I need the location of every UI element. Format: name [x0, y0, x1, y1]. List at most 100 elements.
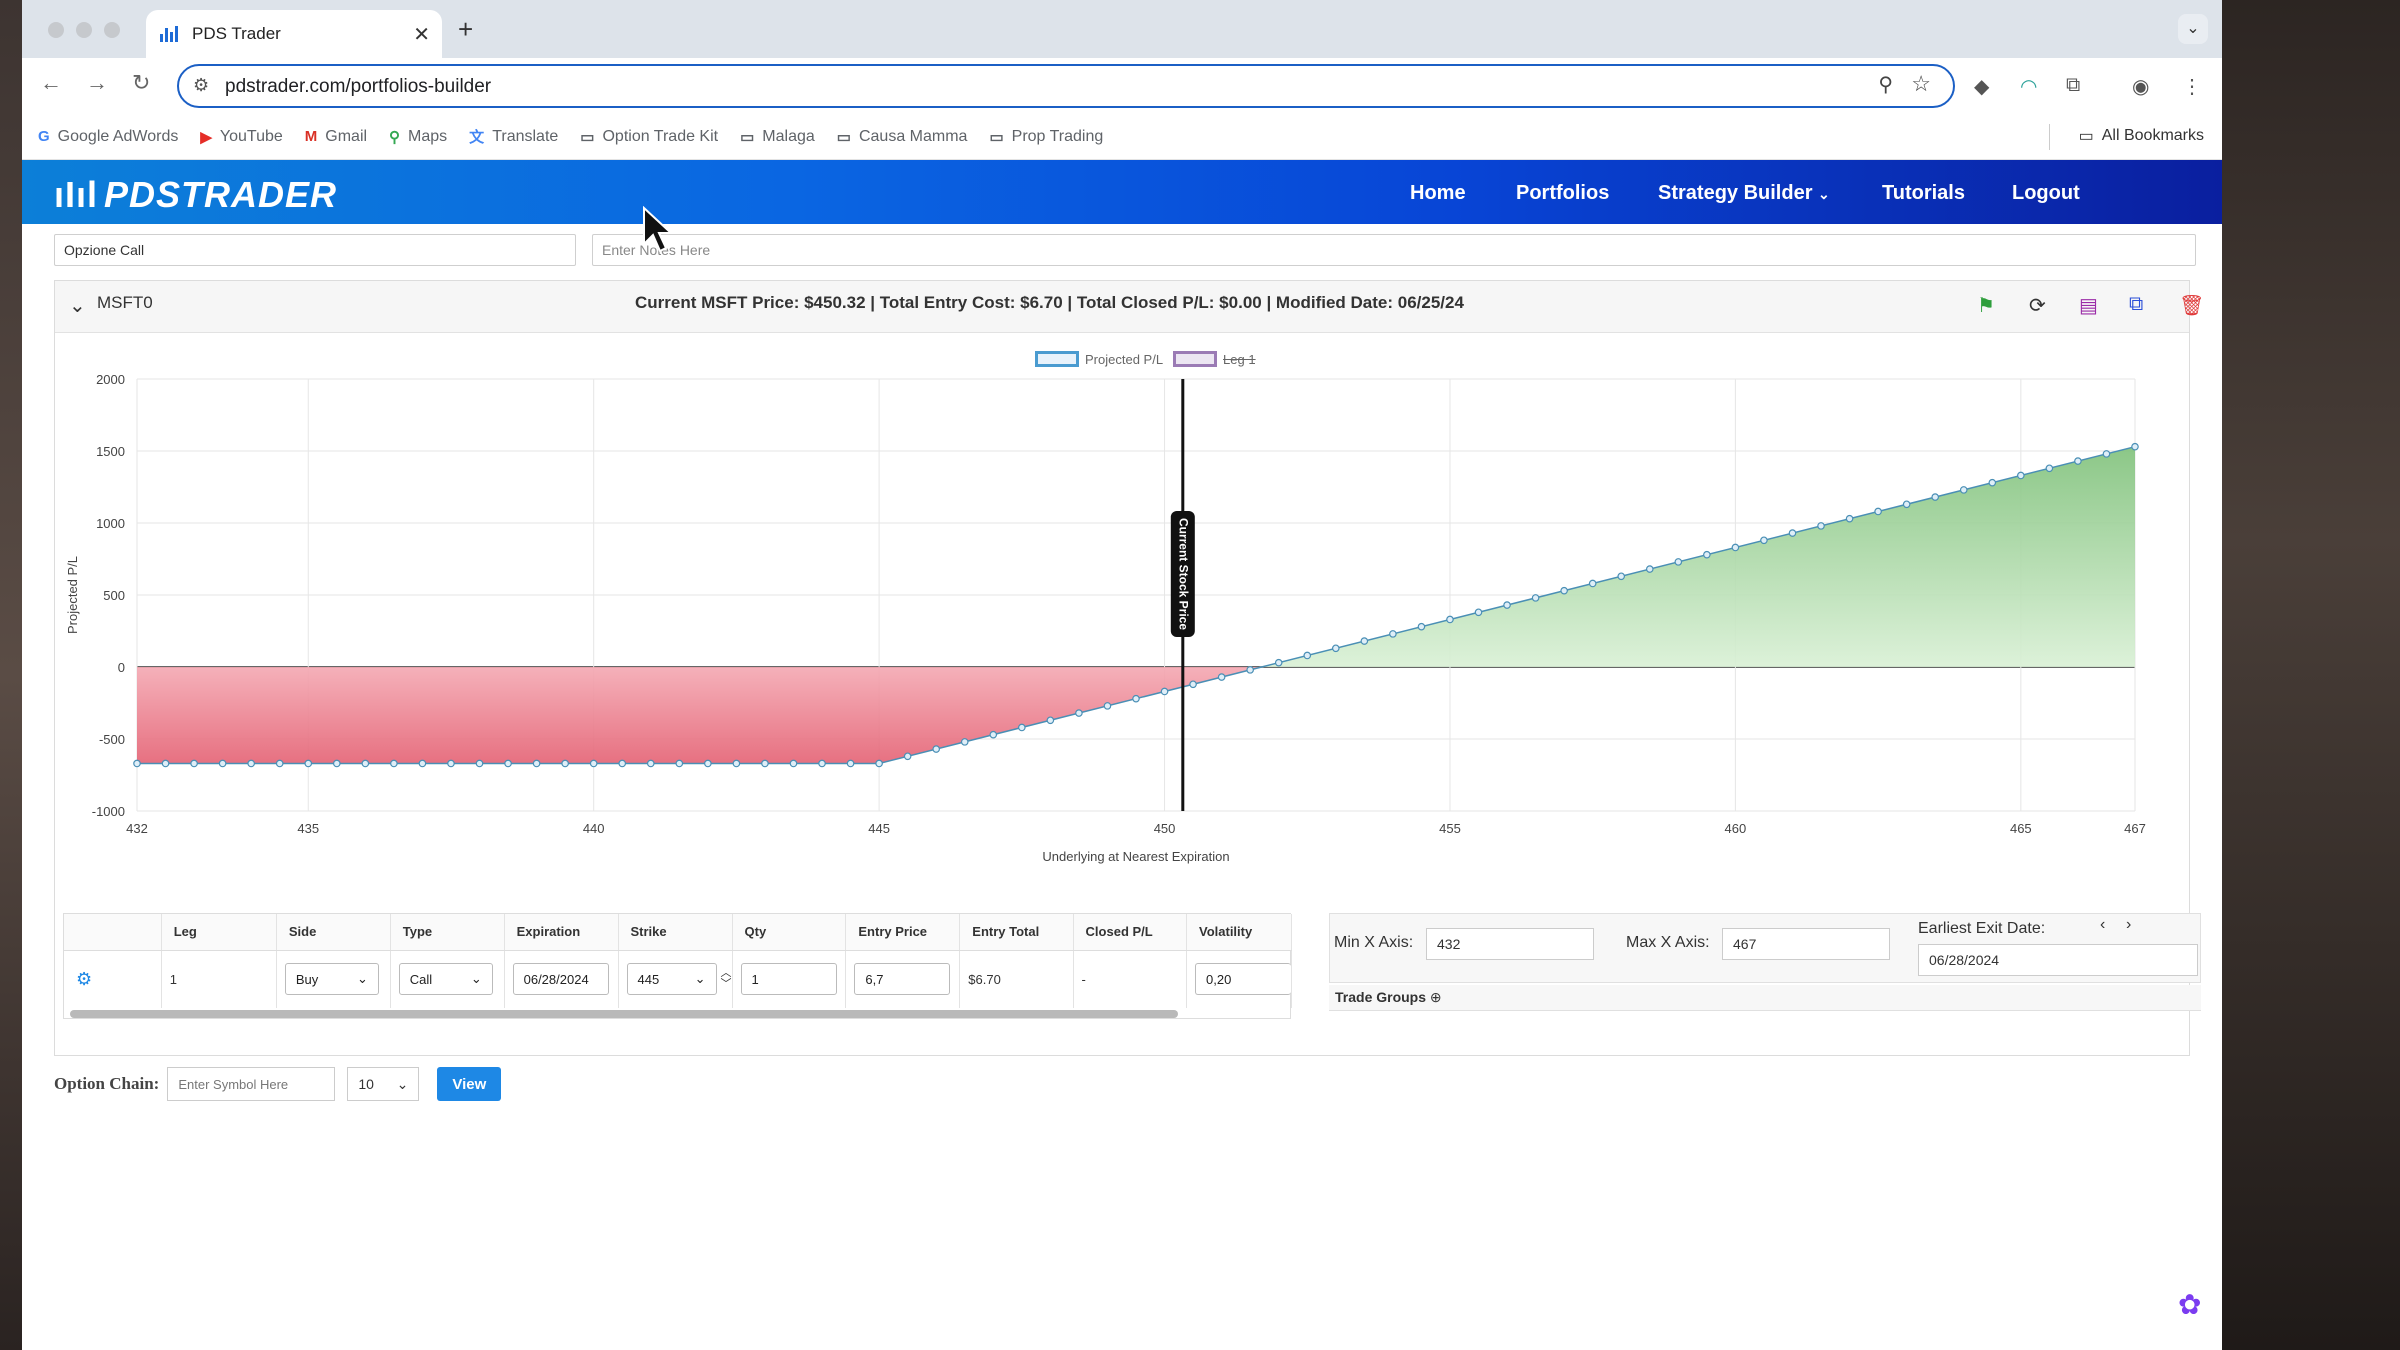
logo-bars-icon: ıIıl — [54, 174, 99, 215]
flag-icon[interactable]: ⚑ — [1977, 293, 1995, 318]
view-button[interactable]: View — [437, 1067, 502, 1101]
copy-icon[interactable]: ⧉ — [2129, 293, 2143, 316]
strike-stepper-icon[interactable]: ︿ ﹀ — [721, 968, 732, 990]
exit-date-prev-icon[interactable]: ‹ — [2100, 916, 2105, 934]
nav-portfolios[interactable]: Portfolios — [1516, 182, 1609, 205]
tab-strip: PDS Trader ✕ + ⌄ — [22, 0, 2222, 58]
tab-search-chevron-icon[interactable]: ⌄ — [2178, 14, 2208, 44]
refresh-icon[interactable]: ⟳ — [2029, 293, 2046, 318]
url-text[interactable]: pdstrader.com/portfolios-builder — [225, 76, 491, 98]
close-tab-icon[interactable]: ✕ — [413, 22, 430, 47]
qty-input[interactable]: 1 — [740, 963, 837, 996]
pl-point — [1503, 601, 1511, 609]
bookmark-gmail[interactable]: M Gmail — [305, 128, 367, 146]
site-logo[interactable]: ıIıl PDSTRADER — [54, 174, 337, 216]
extension-icon[interactable]: ◆ — [1974, 74, 1989, 99]
pl-point — [361, 759, 370, 768]
col-leg: Leg — [161, 914, 277, 951]
pl-point — [247, 759, 255, 768]
portfolio-panel: ⌄ MSFT0 Current MSFT Price: $450.32 | To… — [54, 280, 2204, 1056]
trade-groups[interactable]: Trade Groups ⊕ — [1329, 985, 2201, 1011]
side-select[interactable]: Buy ⌄ — [284, 963, 379, 996]
bookmark-causa-mamma[interactable]: ▭ Causa Mamma — [837, 128, 968, 146]
address-bar[interactable]: ⚙ pdstrader.com/portfolios-builder ⚲ ☆ — [177, 64, 1955, 108]
browser-tab[interactable]: PDS Trader ✕ — [146, 10, 442, 58]
loss-area — [137, 667, 1262, 764]
col-closed-pl: Closed P/L — [1073, 914, 1188, 951]
type-select[interactable]: Call ⌄ — [398, 963, 493, 996]
legs-table: Leg Side Type Expiration Strike Qty Entr… — [63, 913, 1292, 1019]
count-select[interactable]: 10 ⌄ — [347, 1067, 420, 1101]
pl-point — [1446, 615, 1454, 624]
assistant-icon[interactable]: ✿ — [2178, 1288, 2201, 1321]
forward-icon[interactable]: → — [86, 70, 108, 96]
bookmark-malaga[interactable]: ▭ Malaga — [740, 128, 815, 146]
portfolio-header: ⌄ MSFT0 Current MSFT Price: $450.32 | To… — [55, 281, 2204, 333]
bookmark-translate[interactable]: 文 Translate — [469, 126, 558, 147]
window-controls[interactable] — [48, 22, 120, 38]
pl-point — [190, 759, 198, 768]
portfolio-summary: Current MSFT Price: $450.32 | Total Entr… — [635, 293, 1464, 312]
pl-point — [304, 759, 313, 768]
pl-point — [789, 759, 798, 768]
pl-point — [1845, 514, 1854, 523]
notes-input[interactable]: Enter Notes Here — [592, 234, 2196, 266]
pl-point — [561, 759, 569, 768]
extensions-puzzle-icon[interactable]: ⧉ — [2066, 74, 2080, 97]
nav-tutorials[interactable]: Tutorials — [1882, 182, 1965, 205]
pl-point — [2131, 442, 2139, 451]
portfolio-name-input[interactable]: Opzione Call — [54, 234, 576, 266]
pl-point — [2074, 457, 2082, 465]
pl-point — [1874, 507, 1882, 516]
bookmarks-divider — [2049, 124, 2050, 150]
extension-arc-icon[interactable]: ◠ — [2020, 74, 2037, 99]
bookmark-youtube[interactable]: ▶ YouTube — [200, 128, 282, 146]
entry-price-input[interactable]: 6,7 — [854, 963, 951, 996]
x-tick-label: 440 — [583, 821, 605, 836]
pl-point — [1617, 572, 1626, 581]
max-x-input[interactable]: 467 — [1722, 928, 1890, 960]
pl-point — [1788, 529, 1797, 537]
folder-icon: ▭ — [740, 128, 755, 146]
trash-icon[interactable]: 🗑 — [2179, 293, 2204, 318]
browser-toolbar: ← → ↻ ⚙ pdstrader.com/portfolios-builder… — [22, 58, 2222, 114]
document-icon[interactable]: ▤ — [2079, 293, 2098, 318]
x-tick-label: 467 — [2124, 821, 2146, 836]
bookmark-prop-trading[interactable]: ▭ Prop Trading — [989, 128, 1103, 146]
current-price-label: Current Stock Price — [1177, 518, 1191, 630]
nav-home[interactable]: Home — [1410, 182, 1466, 205]
pl-point — [1760, 536, 1768, 545]
nav-strategy-builder[interactable]: Strategy Builder ⌄ — [1658, 182, 1830, 205]
collapse-chevron-icon[interactable]: ⌄ — [69, 293, 86, 318]
strike-select[interactable]: 445 ⌄ — [626, 963, 717, 996]
bookmarks-bar: G Google AdWords ▶ YouTube M Gmail ⚲ Maps 文T… — [22, 114, 2222, 160]
pl-point — [332, 759, 341, 768]
expiration-input[interactable]: 06/28/2024 — [512, 963, 609, 996]
min-x-input[interactable]: 432 — [1426, 928, 1594, 960]
table-scrollbar[interactable] — [70, 1010, 1178, 1018]
zoom-icon[interactable]: ⚲ — [1878, 72, 1893, 97]
reload-icon[interactable]: ↻ — [132, 70, 150, 96]
nav-logout[interactable]: Logout — [2012, 182, 2080, 205]
symbol-input[interactable]: Enter Symbol Here — [167, 1067, 336, 1101]
back-icon[interactable]: ← — [40, 70, 62, 96]
maps-pin-icon: ⚲ — [389, 128, 401, 146]
all-bookmarks[interactable]: ▭ All Bookmarks — [2079, 126, 2204, 146]
bookmark-star-icon[interactable]: ☆ — [1911, 71, 1931, 97]
new-tab-icon[interactable]: + — [458, 14, 473, 45]
pl-point — [390, 759, 398, 768]
bookmark-maps[interactable]: ⚲ Maps — [389, 128, 447, 146]
browser-menu-icon[interactable]: ⋮ — [2182, 74, 2202, 99]
add-circle-icon[interactable]: ⊕ — [1430, 989, 1442, 1005]
profile-avatar-icon[interactable]: ◉ — [2132, 74, 2149, 99]
volatility-input[interactable]: 0,20 — [1195, 963, 1291, 996]
y-tick-label: 1500 — [96, 444, 125, 459]
settings-gear-icon[interactable]: ⚙ — [72, 969, 92, 989]
bookmark-google-adwords[interactable]: G Google AdWords — [38, 128, 178, 146]
pl-point — [1018, 723, 1026, 732]
exit-date-next-icon[interactable]: › — [2126, 916, 2131, 934]
exit-date-input[interactable]: 06/28/2024 — [1918, 944, 2198, 976]
bookmark-option-trade-kit[interactable]: ▭ Option Trade Kit — [580, 128, 718, 146]
site-settings-icon[interactable]: ⚙ — [193, 75, 209, 96]
col-volatility: Volatility — [1186, 914, 1292, 951]
